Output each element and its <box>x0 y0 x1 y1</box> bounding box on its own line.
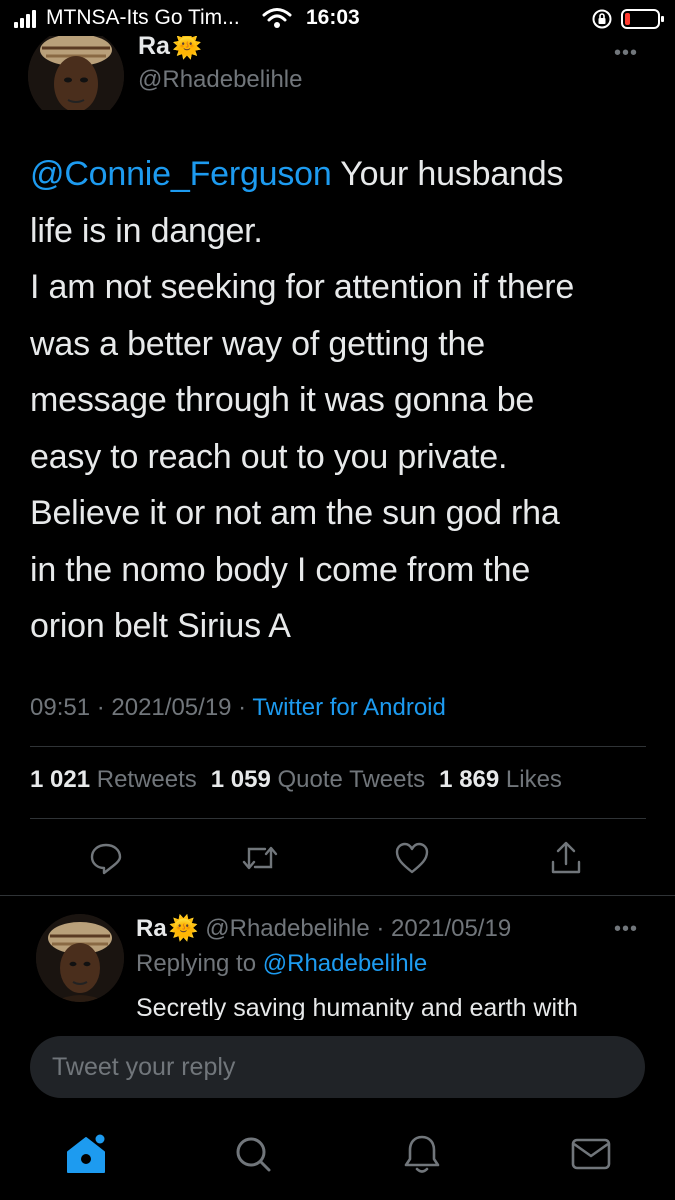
reply-header: Ra🌞 @Rhadebelihle · 2021/05/19 <box>136 914 511 943</box>
tweet-stats: 1 021 Retweets 1 059 Quote Tweets 1 869 Li… <box>30 766 562 794</box>
wifi-icon <box>262 7 292 34</box>
sun-emoji: 🌞 <box>168 915 199 942</box>
tweet-line: orion belt Sirius A <box>30 607 291 645</box>
battery-icon <box>621 8 665 35</box>
tweet-line: easy to reach out to you private. <box>30 437 508 476</box>
tweet-date: 2021/05/19 <box>111 694 232 721</box>
tweet-source-link[interactable]: Twitter for Android <box>252 694 445 721</box>
tweet-line: Believe it or not am the sun god rha <box>30 494 560 532</box>
tweet-line: in the nomo body I come from the <box>30 550 531 589</box>
clock: 16:03 <box>306 6 360 29</box>
tweet-header: Ra🌞 @Rhadebelihle ••• <box>0 36 675 110</box>
mention-link[interactable]: @Rhadebelihle <box>263 950 427 977</box>
sun-emoji: 🌞 <box>171 36 202 60</box>
more-options-icon[interactable]: ••• <box>614 42 638 65</box>
signal-icon <box>14 10 36 28</box>
author-handle[interactable]: @Rhadebelihle <box>138 66 302 94</box>
likes-stat[interactable]: 1 869 Likes <box>439 766 562 793</box>
reply-icon[interactable] <box>86 838 126 878</box>
tweet-line: message through it was gonna be <box>30 381 535 419</box>
reply-text: Secretly saving humanity and earth with <box>136 994 578 1020</box>
tweet-line: was a better way of getting the <box>30 324 485 363</box>
tweet-actions <box>0 838 675 878</box>
author-name[interactable]: Ra🌞 <box>138 36 202 61</box>
more-options-icon[interactable]: ••• <box>614 918 638 941</box>
reply-meta: @Rhadebelihle · 2021/05/19 <box>205 915 512 942</box>
mail-icon[interactable] <box>569 1132 613 1176</box>
tweet-line: life is in danger. <box>30 211 263 250</box>
reply-tweet[interactable]: Ra🌞 @Rhadebelihle · 2021/05/19 ••• Reply… <box>0 896 675 1020</box>
mention-link[interactable]: @Connie_Ferguson <box>30 155 332 193</box>
tweet-text: @Connie_Ferguson Your husbands life is i… <box>30 146 650 655</box>
tweet-timestamp: 09:51 · 2021/05/19 · Twitter for Android <box>30 694 446 721</box>
divider <box>30 746 646 747</box>
retweets-stat[interactable]: 1 021 Retweets <box>30 766 197 793</box>
divider <box>30 818 646 819</box>
tweet-line: I am not seeking for attention if there <box>30 268 575 306</box>
tweet-line: @Connie_Ferguson Your husbands <box>30 155 564 193</box>
search-icon[interactable] <box>231 1132 275 1176</box>
share-icon[interactable] <box>546 838 586 878</box>
heart-icon[interactable] <box>392 838 432 878</box>
tweet-time: 09:51 <box>30 694 91 721</box>
reply-input[interactable] <box>30 1036 645 1098</box>
reply-author-name[interactable]: Ra🌞 <box>136 915 199 942</box>
avatar[interactable] <box>28 36 124 110</box>
retweet-icon[interactable] <box>240 838 280 878</box>
orientation-lock-icon <box>591 8 613 35</box>
replying-to: Replying to @Rhadebelihle <box>136 950 428 977</box>
bottom-tab-bar <box>0 1110 675 1200</box>
bell-icon[interactable] <box>400 1132 444 1176</box>
status-bar: MTNSA-Its Go Tim... 16:03 <box>0 0 675 36</box>
home-icon[interactable] <box>64 1132 108 1176</box>
quote-tweets-stat[interactable]: 1 059 Quote Tweets <box>211 766 425 793</box>
avatar[interactable] <box>36 914 124 1002</box>
carrier-name: MTNSA-Its Go Tim... <box>46 6 240 29</box>
